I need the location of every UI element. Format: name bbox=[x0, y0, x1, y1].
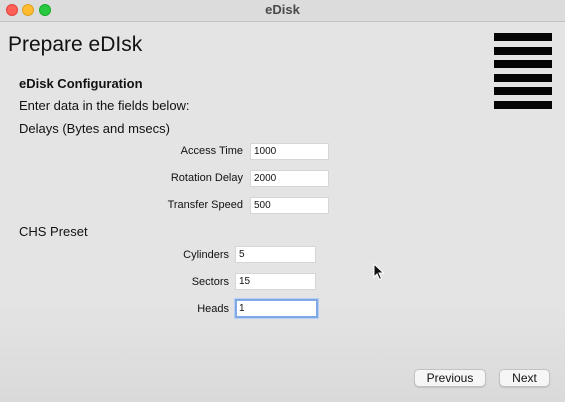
cylinders-field[interactable]: 5 bbox=[235, 246, 316, 263]
transfer-speed-label: Transfer Speed bbox=[167, 199, 243, 211]
next-button[interactable]: Next bbox=[499, 369, 550, 387]
heads-field[interactable]: 1 bbox=[235, 299, 318, 318]
page-title: Prepare eDIsk bbox=[8, 33, 143, 56]
rotation-delay-label: Rotation Delay bbox=[170, 172, 243, 184]
access-time-field[interactable]: 1000 bbox=[250, 143, 329, 160]
heads-label: Heads bbox=[197, 303, 229, 315]
previous-button[interactable]: Previous bbox=[414, 369, 486, 387]
hamburger-menu-icon[interactable] bbox=[494, 33, 552, 109]
rotation-delay-field[interactable]: 2000 bbox=[250, 170, 329, 187]
mouse-pointer-icon bbox=[373, 263, 385, 281]
sectors-field[interactable]: 15 bbox=[235, 273, 316, 290]
access-time-label: Access Time bbox=[180, 145, 243, 157]
cylinders-label: Cylinders bbox=[183, 249, 229, 261]
window-title: eDisk bbox=[265, 2, 300, 17]
delays-heading: Delays (Bytes and msecs) bbox=[19, 121, 170, 136]
config-heading: eDisk Configuration bbox=[19, 76, 143, 91]
title-bar: eDisk bbox=[0, 0, 565, 22]
edisk-window: eDisk Prepare eDIsk eDisk Configuration … bbox=[0, 0, 565, 402]
instructions-text: Enter data in the fields below: bbox=[19, 98, 190, 113]
transfer-speed-field[interactable]: 500 bbox=[250, 197, 329, 214]
sectors-label: Sectors bbox=[191, 276, 229, 288]
chs-heading: CHS Preset bbox=[19, 224, 88, 239]
